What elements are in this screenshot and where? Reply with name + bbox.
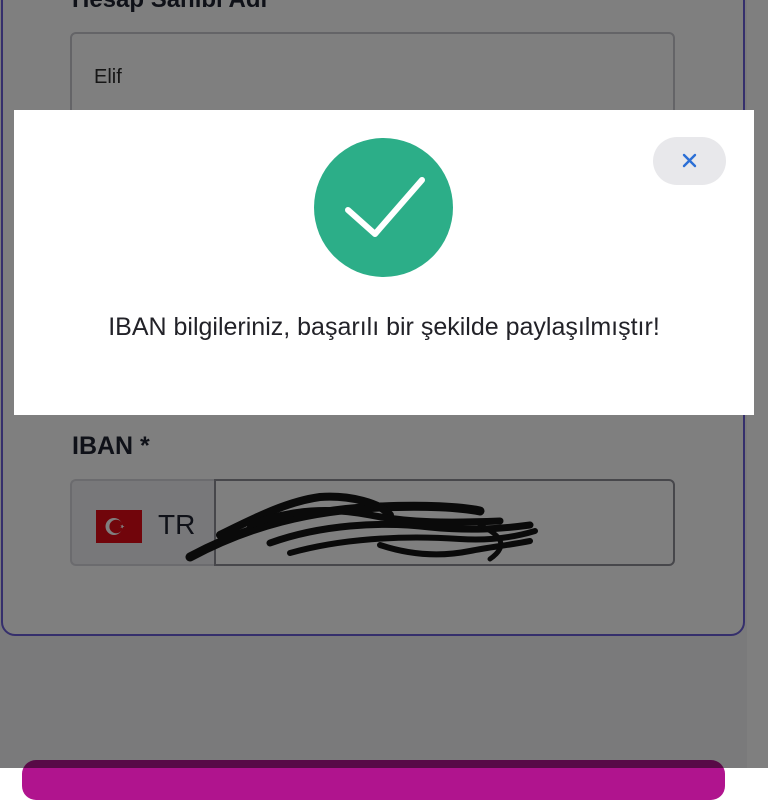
success-modal: IBAN bilgileriniz, başarılı bir şekilde … — [14, 110, 754, 415]
check-circle-icon — [314, 138, 453, 277]
close-icon — [682, 153, 697, 168]
close-button[interactable] — [653, 137, 726, 185]
success-message: IBAN bilgileriniz, başarılı bir şekilde … — [108, 313, 660, 341]
